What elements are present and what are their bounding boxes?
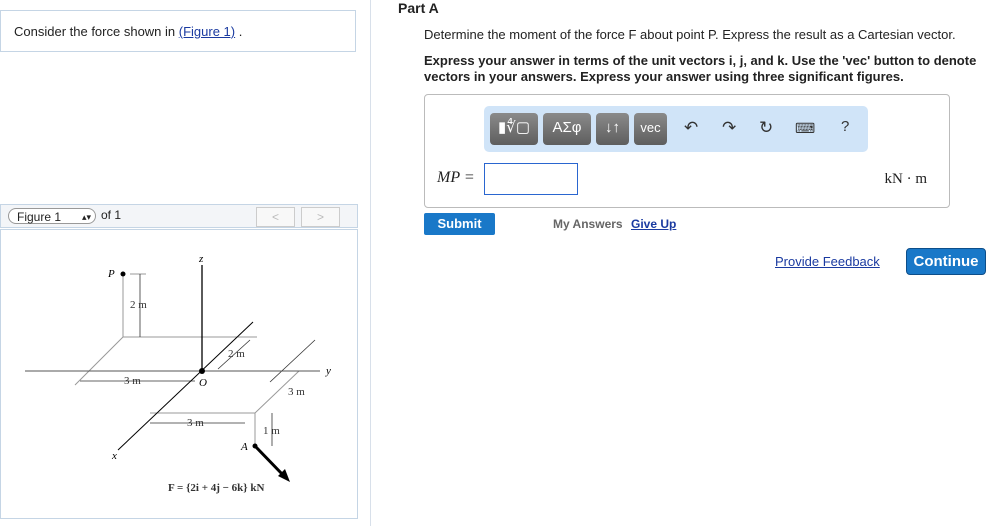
instructions-text: Express your answer in terms of the unit… <box>424 53 977 84</box>
force-label: F = {2i + 4j − 6k} kN <box>168 482 264 494</box>
dim-2m-vertical: 2 m <box>130 299 147 311</box>
answer-input[interactable] <box>484 163 578 195</box>
dim-3m-lower: 3 m <box>187 417 204 429</box>
answer-unit: kN · m <box>884 171 928 187</box>
dim-2m: 2 m <box>228 348 245 360</box>
p-label: P <box>107 268 115 280</box>
undo-icon[interactable]: ↶ <box>684 118 698 138</box>
vec-button[interactable]: vec <box>634 113 667 145</box>
submit-button[interactable]: Submit <box>424 213 495 235</box>
greek-button[interactable]: ΑΣφ <box>543 113 591 145</box>
z-label: z <box>198 253 204 265</box>
o-label: O <box>199 377 207 389</box>
help-button[interactable]: ? <box>841 118 849 135</box>
subscript-button[interactable]: ↓↑ <box>596 113 629 145</box>
provide-feedback-link[interactable]: Provide Feedback <box>775 254 880 269</box>
templates-button[interactable]: ▮∜▢ <box>490 113 538 145</box>
dim-3m-right: 3 m <box>288 386 305 398</box>
question-text: Determine the moment of the force F abou… <box>424 27 956 42</box>
force-arrow <box>253 444 286 478</box>
answer-label: MP = <box>437 169 475 186</box>
keyboard-icon[interactable]: ⌨ <box>795 120 815 137</box>
x-label: x <box>111 450 117 462</box>
give-up-link[interactable]: Give Up <box>631 217 676 231</box>
figure-diagram: z y x P O A 2 m 2 m 3 m 3 m 3 m 1 m F = … <box>25 253 331 494</box>
reset-icon[interactable]: ↻ <box>759 118 773 138</box>
point-p <box>120 271 126 277</box>
part-title: Part A <box>398 0 439 16</box>
dim-3m-left: 3 m <box>124 375 141 387</box>
origin-point <box>199 368 205 374</box>
continue-button[interactable]: Continue <box>906 248 986 275</box>
a-label: A <box>240 441 248 453</box>
answer-box: ▮∜▢ ΑΣφ ↓↑ vec ↶ ↷ ↻ ⌨ ? MP = kN · m <box>424 94 950 208</box>
math-toolbar: ▮∜▢ ΑΣφ ↓↑ vec ↶ ↷ ↻ ⌨ ? <box>484 106 868 152</box>
dim-1m: 1 m <box>263 425 280 437</box>
y-label: y <box>325 365 331 377</box>
my-answers-link[interactable]: My Answers <box>553 217 623 231</box>
redo-icon[interactable]: ↷ <box>722 118 736 138</box>
